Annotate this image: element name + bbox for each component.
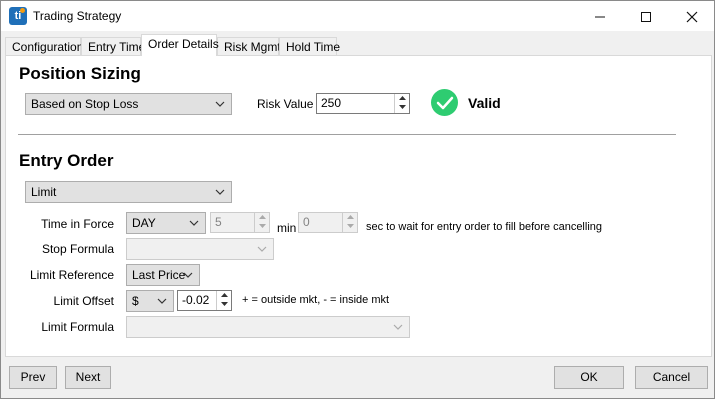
spin-down-button[interactable] [216,300,231,310]
tif-minutes-input: 5 [210,212,270,233]
tab-hold-time[interactable]: Hold Time [279,37,340,56]
spin-down-button[interactable] [394,103,409,113]
tif-seconds-spinner [342,213,357,232]
limit-formula-label: Limit Formula [41,320,114,334]
maximize-icon [641,12,651,23]
limit-offset-unit-value: $ [132,294,139,308]
maximize-button[interactable] [623,1,669,31]
order-type-dropdown[interactable]: Limit [25,181,232,203]
tab-risk-mgmt[interactable]: Risk Mgmt [217,37,281,56]
sec-wait-description: sec to wait for entry order to fill befo… [366,221,603,233]
limit-formula-dropdown [126,316,410,338]
validation-status: Valid [468,95,501,111]
sizing-method-dropdown[interactable]: Based on Stop Loss [25,93,232,115]
title-bar: ti Trading Strategy [1,1,714,31]
stop-formula-label: Stop Formula [41,242,114,256]
minimize-icon [595,16,605,18]
caret-up-icon [346,215,354,219]
time-in-force-label: Time in Force [41,217,114,231]
cancel-button[interactable]: Cancel [635,366,708,389]
chevron-down-icon [393,320,403,334]
limit-offset-hint: + = outside mkt, - = inside mkt [242,294,390,306]
chevron-down-icon [189,216,199,230]
window-title: Trading Strategy [33,9,122,23]
close-icon [686,11,698,23]
risk-value-spinner[interactable] [394,94,409,113]
order-type-value: Limit [31,185,57,199]
checkmark-icon [431,89,458,116]
caret-down-icon [220,302,228,306]
app-logo-icon: ti [9,7,27,25]
limit-offset-value: -0.02 [182,293,210,307]
position-sizing-heading: Position Sizing [19,64,141,83]
ok-button[interactable]: OK [554,366,624,389]
trading-strategy-window: ti Trading Strategy Configuration Entry … [0,0,715,399]
sizing-method-value: Based on Stop Loss [31,97,139,111]
caret-up-icon [258,215,266,219]
limit-offset-unit-dropdown[interactable]: $ [126,290,174,312]
caret-up-icon [398,96,406,100]
limit-reference-dropdown[interactable]: Last Price [126,264,200,286]
time-in-force-value: DAY [132,216,156,230]
tab-configuration[interactable]: Configuration [5,37,83,56]
limit-reference-label: Limit Reference [29,268,114,282]
min-label: min [277,221,297,235]
limit-offset-label: Limit Offset [53,294,114,308]
close-button[interactable] [669,1,715,31]
limit-offset-input[interactable]: -0.02 [177,290,232,311]
stop-formula-dropdown [126,238,274,260]
chevron-down-icon [257,242,267,256]
chevron-down-icon [157,294,167,308]
limit-reference-value: Last Price [132,268,186,282]
risk-value-text: 250 [321,96,342,110]
caret-down-icon [398,105,406,109]
spin-down-button [254,222,269,232]
limit-offset-spinner[interactable] [216,291,231,310]
caret-down-icon [346,224,354,228]
caret-up-icon [220,293,228,297]
prev-button[interactable]: Prev [9,366,57,389]
tif-minutes-value: 5 [215,215,222,229]
caret-down-icon [258,224,266,228]
tab-order-details[interactable]: Order Details [141,34,219,56]
risk-value-input[interactable]: 250 [316,93,410,114]
tif-seconds-input: 0 [298,212,358,233]
section-divider [18,134,676,135]
tif-seconds-value: 0 [303,215,310,229]
chevron-down-icon [215,97,225,111]
chevron-down-icon [183,268,193,282]
next-button[interactable]: Next [65,366,111,389]
minimize-button[interactable] [577,1,623,31]
app-logo-dot [20,8,25,13]
entry-order-heading: Entry Order [19,151,114,170]
time-in-force-dropdown[interactable]: DAY [126,212,206,234]
spin-down-button [342,222,357,232]
tif-minutes-spinner [254,213,269,232]
tab-entry-time[interactable]: Entry Time [81,37,145,56]
risk-value-label: Risk Value [257,97,314,111]
chevron-down-icon [215,185,225,199]
